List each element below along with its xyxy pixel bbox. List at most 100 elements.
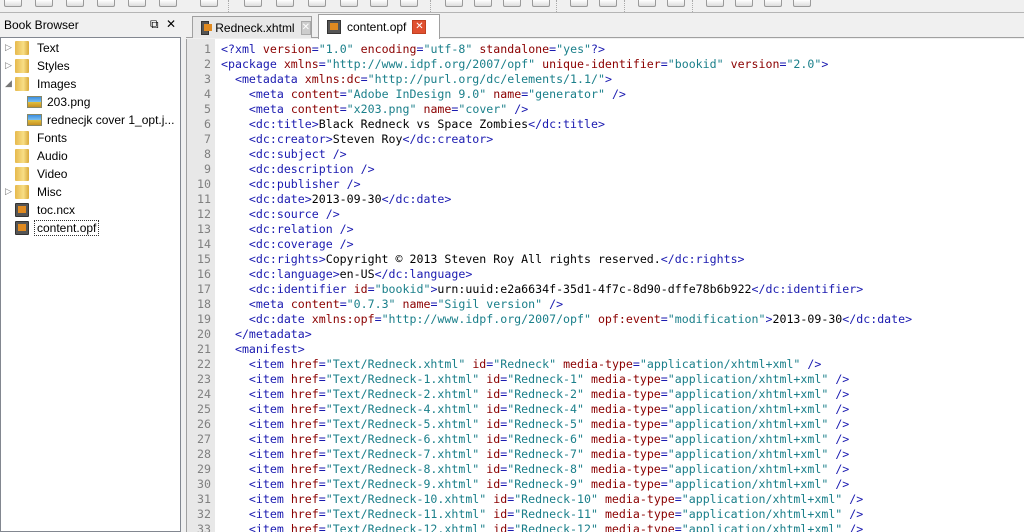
code-line[interactable]: 25 <item href="Text/Redneck-4.xhtml" id=… (187, 402, 1024, 417)
code-line[interactable]: 2 <package xmlns="http://www.idpf.org/200… (187, 57, 1024, 72)
tree-item-content-opf[interactable]: content.opf (1, 219, 180, 236)
code-lines[interactable]: 1 <?xml version="1.0" encoding="utf-8" st… (187, 42, 1024, 532)
align-right-button[interactable] (503, 0, 521, 7)
line-text: </metadata> (234, 327, 312, 341)
code-line[interactable]: 33 <item href="Text/Redneck-12.xhtml" id… (187, 522, 1024, 532)
toolbar-button[interactable] (66, 0, 84, 7)
tree-item-fonts[interactable]: Fonts (1, 129, 180, 146)
code-line[interactable]: 21 <manifest> (187, 342, 1024, 357)
code-line[interactable]: 20 </metadata> (187, 327, 1024, 342)
decrease-indent-button[interactable] (638, 0, 656, 7)
code-line[interactable]: 29 <item href="Text/Redneck-8.xhtml" id=… (187, 462, 1024, 477)
expand-arrow-icon[interactable]: ▷ (5, 186, 12, 197)
line-number: 1 (204, 42, 211, 56)
code-line[interactable]: 24 <item href="Text/Redneck-2.xhtml" id=… (187, 387, 1024, 402)
line-number: 25 (197, 402, 211, 416)
code-line[interactable]: 11 <dc:date>2013-09-30</dc:date> (187, 192, 1024, 207)
align-left-button[interactable] (445, 0, 463, 7)
code-line[interactable]: 27 <item href="Text/Redneck-6.xhtml" id=… (187, 432, 1024, 447)
line-number: 32 (197, 507, 211, 521)
code-line[interactable]: 5 <meta content="x203.png" name="cover" … (187, 102, 1024, 117)
code-line[interactable]: 1 <?xml version="1.0" encoding="utf-8" st… (187, 42, 1024, 57)
code-line[interactable]: 22 <item href="Text/Redneck.xhtml" id="R… (187, 357, 1024, 372)
tree-item-toc-ncx[interactable]: toc.ncx (1, 201, 180, 218)
toolbar-button[interactable] (97, 0, 115, 7)
code-line[interactable]: 3 <metadata xmlns:dc="http://purl.org/dc… (187, 72, 1024, 87)
tab-redneck-xhtml[interactable]: Redneck.xhtml ✕ (192, 16, 312, 38)
tab-bar: Redneck.xhtml ✕ content.opf ✕ (186, 14, 1024, 39)
heading-button[interactable] (244, 0, 262, 7)
code-line[interactable]: 17 <dc:identifier id="bookid">urn:uuid:e… (187, 282, 1024, 297)
tab-content-opf[interactable]: content.opf ✕ (318, 14, 440, 39)
tree-item-203-png[interactable]: 203.png (1, 93, 180, 110)
toolbar-button[interactable] (128, 0, 146, 7)
line-text: <metadata xmlns:dc="http://purl.org/dc/e… (234, 72, 612, 86)
tree-item-audio[interactable]: Audio (1, 147, 180, 164)
code-line[interactable]: 8 <dc:subject /> (187, 147, 1024, 162)
line-text: <dc:coverage /> (248, 237, 354, 251)
code-line[interactable]: 12 <dc:source /> (187, 207, 1024, 222)
code-line[interactable]: 32 <item href="Text/Redneck-11.xhtml" id… (187, 507, 1024, 522)
line-number: 5 (204, 102, 211, 116)
toolbar-button[interactable] (793, 0, 811, 7)
numbered-list-button[interactable] (599, 0, 617, 7)
code-line[interactable]: 7 <dc:creator>Steven Roy</dc:creator> (187, 132, 1024, 147)
tree-item-label: content.opf (34, 219, 100, 236)
code-line[interactable]: 10 <dc:publisher /> (187, 177, 1024, 192)
expand-arrow-icon[interactable]: ▷ (5, 42, 12, 53)
tree-item-styles[interactable]: ▷ Styles (1, 57, 180, 74)
code-line[interactable]: 15 <dc:rights>Copyright © 2013 Steven Ro… (187, 252, 1024, 267)
tree-item-images[interactable]: ◢ Images (1, 75, 180, 92)
bullet-list-button[interactable] (570, 0, 588, 7)
code-line[interactable]: 14 <dc:coverage /> (187, 237, 1024, 252)
tree-item-text[interactable]: ▷ Text (1, 39, 180, 56)
code-line[interactable]: 6 <dc:title>Black Redneck vs Space Zombi… (187, 117, 1024, 132)
line-text: <item href="Text/Redneck-10.xhtml" id="R… (248, 492, 864, 506)
code-line[interactable]: 13 <dc:relation /> (187, 222, 1024, 237)
heading-button[interactable] (308, 0, 326, 7)
code-line[interactable]: 18 <meta content="0.7.3" name="Sigil ver… (187, 297, 1024, 312)
book-browser-title: Book Browser (4, 18, 79, 32)
heading-button[interactable] (400, 0, 418, 7)
line-number: 10 (197, 177, 211, 191)
justify-button[interactable] (532, 0, 550, 7)
close-tab-icon[interactable]: ✕ (300, 20, 311, 35)
folder-icon (15, 76, 29, 91)
toolbar-button[interactable] (200, 0, 218, 7)
toolbar-button[interactable] (735, 0, 753, 7)
code-line[interactable]: 26 <item href="Text/Redneck-5.xhtml" id=… (187, 417, 1024, 432)
tree-item-misc[interactable]: ▷ Misc (1, 183, 180, 200)
line-text: <item href="Text/Redneck-5.xhtml" id="Re… (248, 417, 850, 431)
tree-item-label: Text (37, 40, 60, 55)
code-line[interactable]: 9 <dc:description /> (187, 162, 1024, 177)
line-number: 11 (197, 192, 211, 206)
close-tab-icon[interactable]: ✕ (412, 20, 427, 34)
code-line[interactable]: 19 <dc:date xmlns:opf="http://www.idpf.o… (187, 312, 1024, 327)
toolbar-button[interactable] (764, 0, 782, 7)
line-number: 28 (197, 447, 211, 461)
line-number: 7 (204, 132, 211, 146)
align-center-button[interactable] (474, 0, 492, 7)
code-line[interactable]: 4 <meta content="Adobe InDesign 9.0" nam… (187, 87, 1024, 102)
close-panel-icon[interactable]: ✕ (166, 17, 176, 31)
toolbar-button[interactable] (159, 0, 177, 7)
increase-indent-button[interactable] (667, 0, 685, 7)
tree-item-rednecjk-cover-1-opt-j[interactable]: rednecjk cover 1_opt.j... (1, 111, 180, 128)
code-editor[interactable]: 1 <?xml version="1.0" encoding="utf-8" st… (186, 39, 1024, 532)
line-text: <item href="Text/Redneck-2.xhtml" id="Re… (248, 387, 850, 401)
heading-button[interactable] (370, 0, 388, 7)
code-line[interactable]: 16 <dc:language>en-US</dc:language> (187, 267, 1024, 282)
code-line[interactable]: 28 <item href="Text/Redneck-7.xhtml" id=… (187, 447, 1024, 462)
code-line[interactable]: 31 <item href="Text/Redneck-10.xhtml" id… (187, 492, 1024, 507)
toolbar-button[interactable] (35, 0, 53, 7)
code-line[interactable]: 30 <item href="Text/Redneck-9.xhtml" id=… (187, 477, 1024, 492)
toolbar-button[interactable] (706, 0, 724, 7)
heading-button[interactable] (340, 0, 358, 7)
toolbar-button[interactable] (4, 0, 22, 7)
float-panel-icon[interactable]: ⧉ (150, 17, 159, 32)
tree-item-video[interactable]: Video (1, 165, 180, 182)
collapse-arrow-icon[interactable]: ◢ (5, 78, 12, 89)
heading-button[interactable] (276, 0, 294, 7)
code-line[interactable]: 23 <item href="Text/Redneck-1.xhtml" id=… (187, 372, 1024, 387)
expand-arrow-icon[interactable]: ▷ (5, 60, 12, 71)
